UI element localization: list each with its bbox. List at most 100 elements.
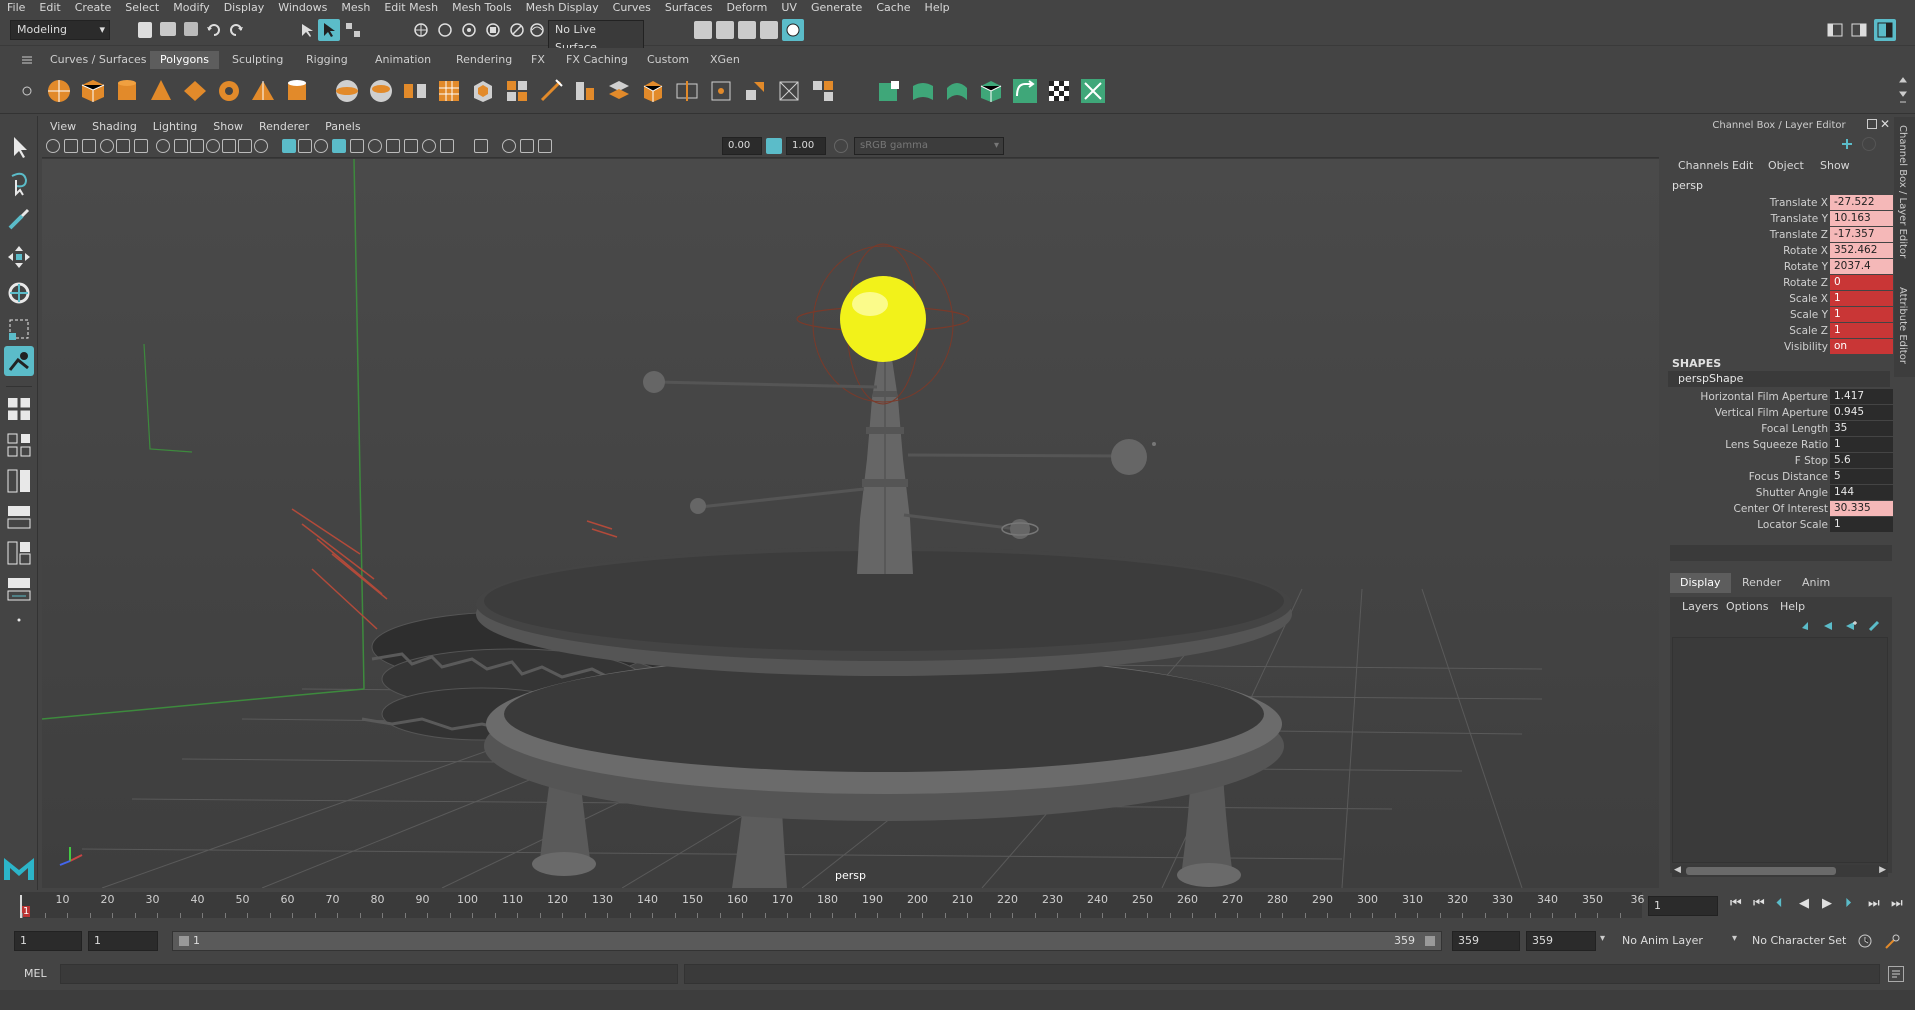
attribute-value-field[interactable]: 1 (1830, 437, 1893, 452)
step-back-frame-icon[interactable]: ⏴ (1776, 896, 1783, 911)
menu-edit-mesh[interactable]: Edit Mesh (377, 0, 445, 16)
menu-cache[interactable]: Cache (869, 0, 917, 16)
attribute-name[interactable]: Scale X (1628, 291, 1828, 307)
menu-mesh-display[interactable]: Mesh Display (519, 0, 606, 16)
command-input[interactable] (60, 964, 678, 984)
shelf-tab-animation[interactable]: Animation (365, 51, 441, 69)
viewport-menu-panels[interactable]: Panels (317, 120, 368, 133)
attribute-value-field[interactable]: 0 (1830, 275, 1893, 290)
color-management-icon[interactable] (834, 139, 848, 153)
shelf-scroll-icon[interactable] (1898, 76, 1908, 108)
layer-menu-layers[interactable]: Layers (1682, 600, 1718, 613)
range-start-handle[interactable] (179, 936, 189, 946)
safe-title-icon[interactable] (254, 139, 268, 153)
select-object-icon[interactable] (318, 19, 340, 41)
menu-generate[interactable]: Generate (804, 0, 869, 16)
anim-layer-label[interactable]: No Anim Layer (1622, 934, 1703, 947)
viewport-menu-renderer[interactable]: Renderer (251, 120, 317, 133)
use-all-lights-icon[interactable] (350, 139, 364, 153)
poly-torus-icon[interactable] (216, 78, 242, 104)
attribute-value-field[interactable]: 144 (1830, 485, 1893, 500)
poly-sphere-icon[interactable] (46, 78, 72, 104)
attribute-name[interactable]: Rotate Z (1628, 275, 1828, 291)
attribute-value-field[interactable]: 352.462 (1830, 243, 1893, 258)
open-scene-icon[interactable] (160, 22, 176, 36)
select-tool-icon[interactable] (4, 132, 34, 162)
snap-grid-icon[interactable] (412, 21, 430, 39)
attribute-name[interactable]: Center Of Interest (1628, 501, 1828, 517)
undo-icon[interactable] (206, 22, 224, 40)
go-to-start-icon[interactable]: ⏮ (1730, 896, 1742, 911)
attribute-name[interactable]: Translate X (1628, 195, 1828, 211)
layer-menu-options[interactable]: Options (1726, 600, 1768, 613)
triangulate-icon[interactable] (776, 78, 802, 104)
step-forward-frame-icon[interactable]: ⏵ (1845, 896, 1852, 911)
select-camera-icon[interactable] (46, 139, 60, 153)
four-pane-layout-icon[interactable] (4, 430, 34, 460)
layer-tab-anim[interactable]: Anim (1792, 573, 1840, 593)
anim-end-field[interactable]: 359 (1526, 931, 1596, 951)
save-scene-icon[interactable] (184, 22, 198, 36)
anim-prefs-icon[interactable] (1884, 932, 1902, 950)
attribute-value-field[interactable]: on (1830, 339, 1893, 354)
xray-joints-icon[interactable] (520, 139, 534, 153)
insert-edge-loop-icon[interactable] (606, 78, 632, 104)
move-layer-up-icon[interactable] (1800, 620, 1814, 632)
go-to-end-icon[interactable]: ⏭ (1891, 896, 1903, 911)
range-slider[interactable]: 1 359 (172, 931, 1442, 951)
separate-icon[interactable] (368, 78, 394, 104)
layer-scrollbar[interactable]: ◀ ▶ (1672, 865, 1888, 877)
extrude-icon[interactable] (470, 78, 496, 104)
uv-cylindrical-icon[interactable] (910, 78, 936, 104)
mode-dropdown[interactable]: Modeling ▾ (10, 20, 110, 40)
poly-plane-icon[interactable] (182, 78, 208, 104)
wireframe-icon[interactable] (282, 139, 296, 153)
lasso-tool-icon[interactable] (4, 168, 34, 198)
hypershade-layout-icon[interactable] (4, 574, 34, 604)
channel-box-menu-object[interactable]: Object (1768, 159, 1804, 172)
fill-hole-icon[interactable] (742, 78, 768, 104)
graph-layout-icon[interactable] (4, 502, 34, 532)
resolution-gate-icon[interactable] (190, 139, 204, 153)
uv-checker-icon[interactable] (1046, 78, 1072, 104)
perspective-viewport[interactable]: persp (42, 159, 1659, 888)
target-weld-icon[interactable] (674, 78, 700, 104)
attribute-value-field[interactable]: 5 (1830, 469, 1893, 484)
last-tool-icon[interactable] (4, 346, 34, 376)
gamma-toggle-icon[interactable] (766, 138, 782, 154)
grease-pencil-icon[interactable] (134, 139, 148, 153)
channel-box-menu-show[interactable]: Show (1820, 159, 1850, 172)
attribute-name[interactable]: Scale Z (1628, 323, 1828, 339)
snap-curve-icon[interactable] (436, 21, 454, 39)
wireframe-on-shaded-icon[interactable] (314, 139, 328, 153)
play-backwards-icon[interactable]: ◀ (1799, 896, 1809, 911)
ipr-render-icon[interactable] (738, 21, 756, 39)
step-back-key-icon[interactable]: ⏮ (1753, 896, 1765, 911)
uv-planar-icon[interactable] (876, 78, 902, 104)
menu-create[interactable]: Create (68, 0, 119, 16)
shelf-tab-custom[interactable]: Custom (637, 51, 699, 69)
new-layer-icon[interactable] (1844, 620, 1858, 632)
script-language-label[interactable]: MEL (24, 967, 47, 980)
workspace-icon-2[interactable] (1850, 21, 1868, 39)
uv-automatic-icon[interactable] (978, 78, 1004, 104)
workspace-icon-1[interactable] (1826, 21, 1844, 39)
xray-components-icon[interactable] (538, 139, 552, 153)
menu-display[interactable]: Display (217, 0, 272, 16)
film-gate-icon[interactable] (174, 139, 188, 153)
attribute-name[interactable]: Horizontal Film Aperture (1628, 389, 1828, 405)
scale-tool-icon[interactable] (4, 314, 34, 344)
textured-icon[interactable] (332, 139, 346, 153)
tab-attribute-editor[interactable]: Attribute Editor (1897, 287, 1908, 364)
viewport-menu-shading[interactable]: Shading (84, 120, 145, 133)
anti-aliasing-icon[interactable] (422, 139, 436, 153)
move-layer-down-icon[interactable] (1822, 620, 1836, 632)
render-frame-icon[interactable] (716, 21, 734, 39)
snap-live-icon[interactable] (508, 21, 526, 39)
attribute-name[interactable]: Shutter Angle (1628, 485, 1828, 501)
exposure-field[interactable]: 0.00 (722, 137, 762, 155)
attribute-name[interactable]: Locator Scale (1628, 517, 1828, 533)
shelf-tab-xgen[interactable]: XGen (700, 51, 750, 69)
2d-pan-zoom-icon[interactable] (116, 139, 130, 153)
menu-edit[interactable]: Edit (32, 0, 67, 16)
